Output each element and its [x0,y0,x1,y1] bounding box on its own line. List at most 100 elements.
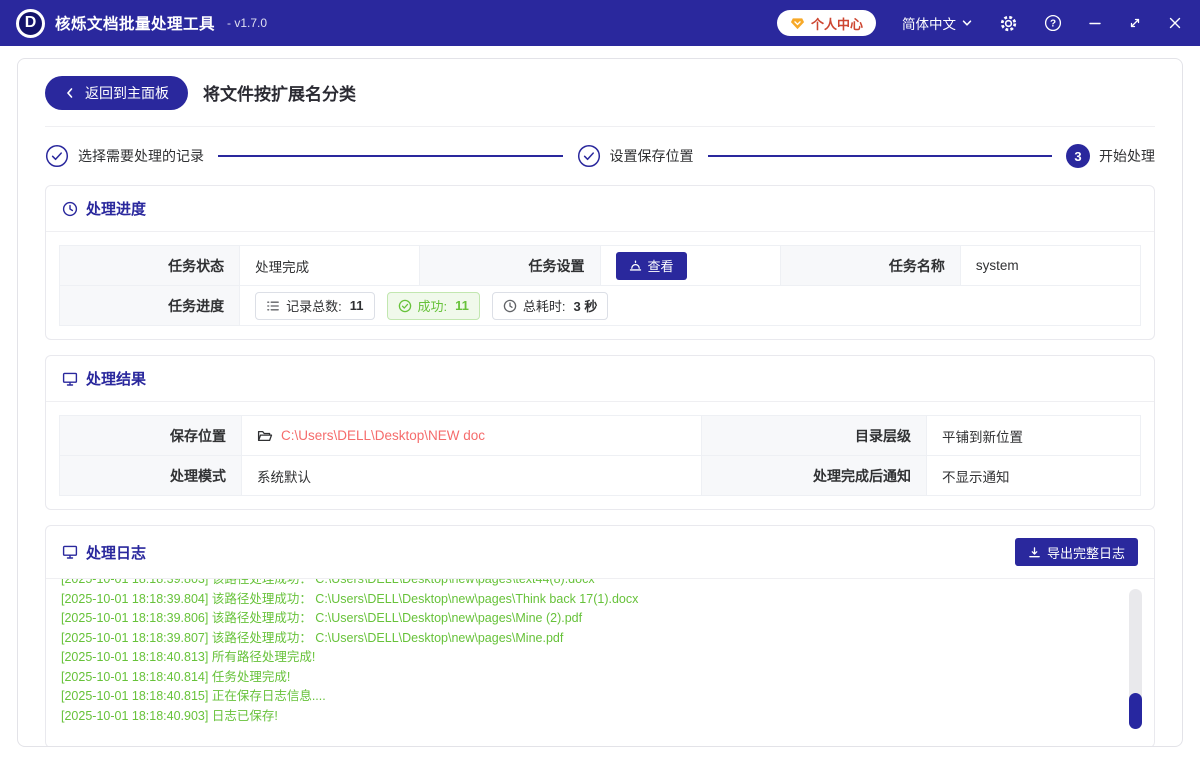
step-select-records: 选择需要处理的记录 [45,144,204,168]
minimize-button[interactable] [1088,16,1102,30]
chip-label: 成功: [417,299,448,314]
log-card: 处理日志 导出完整日志 [2025-10-01 18:18:39.803] 该路… [45,525,1155,746]
task-progress-cell: 记录总数: 11 成功: 11 总耗时: 3 秒 [240,286,1141,326]
notify-label: 处理完成后通知 [702,456,927,496]
chevron-down-icon [962,20,972,26]
dir-level-value: 平铺到新位置 [927,416,1141,456]
step-connector [707,155,1052,157]
back-button-label: 返回到主面板 [85,84,169,101]
list-icon [267,301,280,310]
view-button-label: 查看 [647,259,674,274]
folder-icon [257,430,273,441]
gear-icon [1000,15,1017,31]
language-selector[interactable]: 简体中文 [902,13,973,33]
chip-label: 总耗时: [522,299,566,314]
log-line: [2025-10-01 18:18:40.903] 日志已保存! [61,708,278,723]
result-table: 保存位置 C:\Users\DELL\Desktop\NEW doc 目录层级 … [59,415,1141,496]
task-name-label: 任务名称 [780,246,961,286]
page-header: 返回到主面板 将文件按扩展名分类 [45,59,1155,127]
close-icon [1169,17,1181,29]
view-settings-button[interactable]: 查看 [615,251,687,280]
chip-value: 11 [455,298,469,313]
help-button[interactable]: ? [1044,14,1062,32]
svg-text:?: ? [1050,19,1056,30]
export-log-button[interactable]: 导出完整日志 [1014,538,1138,566]
step-check-icon [577,144,600,168]
step-label: 选择需要处理的记录 [78,148,204,164]
minimize-icon [1089,22,1101,25]
log-title-text: 处理日志 [86,544,147,562]
user-center-label: 个人中心 [810,16,863,32]
download-icon [1029,546,1040,557]
task-settings-label: 任务设置 [420,246,601,286]
success-count-chip: 成功: 11 [386,291,480,320]
log-lines: [2025-10-01 18:18:39.803] 该路径处理成功： C:\Us… [61,579,1094,726]
log-viewport[interactable]: [2025-10-01 18:18:39.803] 该路径处理成功： C:\Us… [46,579,1154,746]
progress-table: 任务状态 处理完成 任务设置 查看 任务名称 system 任务进度 记录总数:… [59,245,1141,326]
back-to-dashboard-button[interactable]: 返回到主面板 [45,75,188,110]
save-location-cell: C:\Users\DELL\Desktop\NEW doc [242,416,702,456]
fullscreen-icon [1130,18,1140,28]
task-settings-cell: 查看 [600,246,781,286]
total-records-chip: 记录总数: 11 [255,291,375,320]
result-card: 处理结果 保存位置 C:\Users\DELL\Desktop\NEW doc … [45,355,1155,510]
step-label: 开始处理 [1099,148,1155,164]
step-connector [218,155,563,157]
task-status-label: 任务状态 [60,246,241,286]
help-icon: ? [1044,14,1062,32]
export-log-label: 导出完整日志 [1046,545,1125,561]
step-save-location: 设置保存位置 [577,144,694,168]
chevron-left-icon [66,87,73,98]
save-location-path: C:\Users\DELL\Desktop\NEW doc [281,428,486,443]
user-center-button[interactable]: 个人中心 [776,10,876,36]
step-number-badge: 3 [1066,144,1090,168]
result-card-header: 处理结果 [46,356,1154,402]
log-line: [2025-10-01 18:18:40.814] 任务处理完成! [61,669,291,684]
titlebar: D 核烁文档批量处理工具 - v1.7.0 个人中心 简体中文 ? [0,0,1200,46]
log-scrollbar-track[interactable] [1129,589,1142,729]
chip-value: 11 [349,298,364,313]
progress-card-title: 处理进度 [62,198,146,219]
save-location-link[interactable]: C:\Users\DELL\Desktop\NEW doc [257,428,485,444]
close-button[interactable] [1168,16,1182,30]
dir-level-label: 目录层级 [702,416,927,456]
monitor-icon [62,545,78,559]
progress-card-body: 任务状态 处理完成 任务设置 查看 任务名称 system 任务进度 记录总数:… [46,232,1154,339]
step-check-icon [45,144,69,168]
log-line: [2025-10-01 18:18:40.813] 所有路径处理完成! [61,650,316,664]
process-mode-label: 处理模式 [60,456,242,496]
settings-button[interactable] [999,14,1018,33]
task-name-value: system [960,246,1141,286]
titlebar-left: D 核烁文档批量处理工具 - v1.7.0 [16,8,268,38]
progress-card-header: 处理进度 [46,186,1154,232]
result-card-title: 处理结果 [62,368,146,389]
app-title: 核烁文档批量处理工具 [55,16,216,33]
stepper: 选择需要处理的记录 设置保存位置 3 开始处理 [45,127,1155,185]
chip-value: 3 秒 [573,299,598,314]
clock-icon [503,299,517,312]
fullscreen-button[interactable] [1128,16,1142,30]
app-version: - v1.7.0 [227,16,268,30]
notify-value: 不显示通知 [927,456,1141,496]
clock-icon [62,201,78,216]
titlebar-right: 个人中心 简体中文 ? [776,10,1182,36]
log-scrollbar-thumb[interactable] [1129,693,1142,729]
log-line: [2025-10-01 18:18:39.804] 该路径处理成功： C:\Us… [61,591,639,606]
result-title-text: 处理结果 [86,371,147,388]
page-title: 将文件按扩展名分类 [203,85,356,104]
view-icon [629,260,641,271]
log-line: [2025-10-01 18:18:40.815] 正在保存日志信息.... [61,689,326,703]
save-location-label: 保存位置 [60,416,242,456]
main-content: 返回到主面板 将文件按扩展名分类 选择需要处理的记录 设置保存位置 3 开始处理 [17,58,1183,747]
log-card-title: 处理日志 [62,542,146,563]
progress-card: 处理进度 任务状态 处理完成 任务设置 查看 任务名称 system 任务进度 … [45,185,1155,340]
task-status-value: 处理完成 [240,246,421,286]
log-line: [2025-10-01 18:18:39.803] 该路径处理成功： C:\Us… [61,579,595,586]
step-label: 设置保存位置 [609,148,694,164]
log-card-header: 处理日志 导出完整日志 [46,526,1154,579]
vip-badge-icon [790,17,805,29]
process-mode-value: 系统默认 [242,456,702,496]
log-line: [2025-10-01 18:18:39.806] 该路径处理成功： C:\Us… [61,611,583,625]
result-card-body: 保存位置 C:\Users\DELL\Desktop\NEW doc 目录层级 … [46,402,1154,509]
app-window: D 核烁文档批量处理工具 - v1.7.0 个人中心 简体中文 ? 返回到主面板… [0,0,1200,760]
